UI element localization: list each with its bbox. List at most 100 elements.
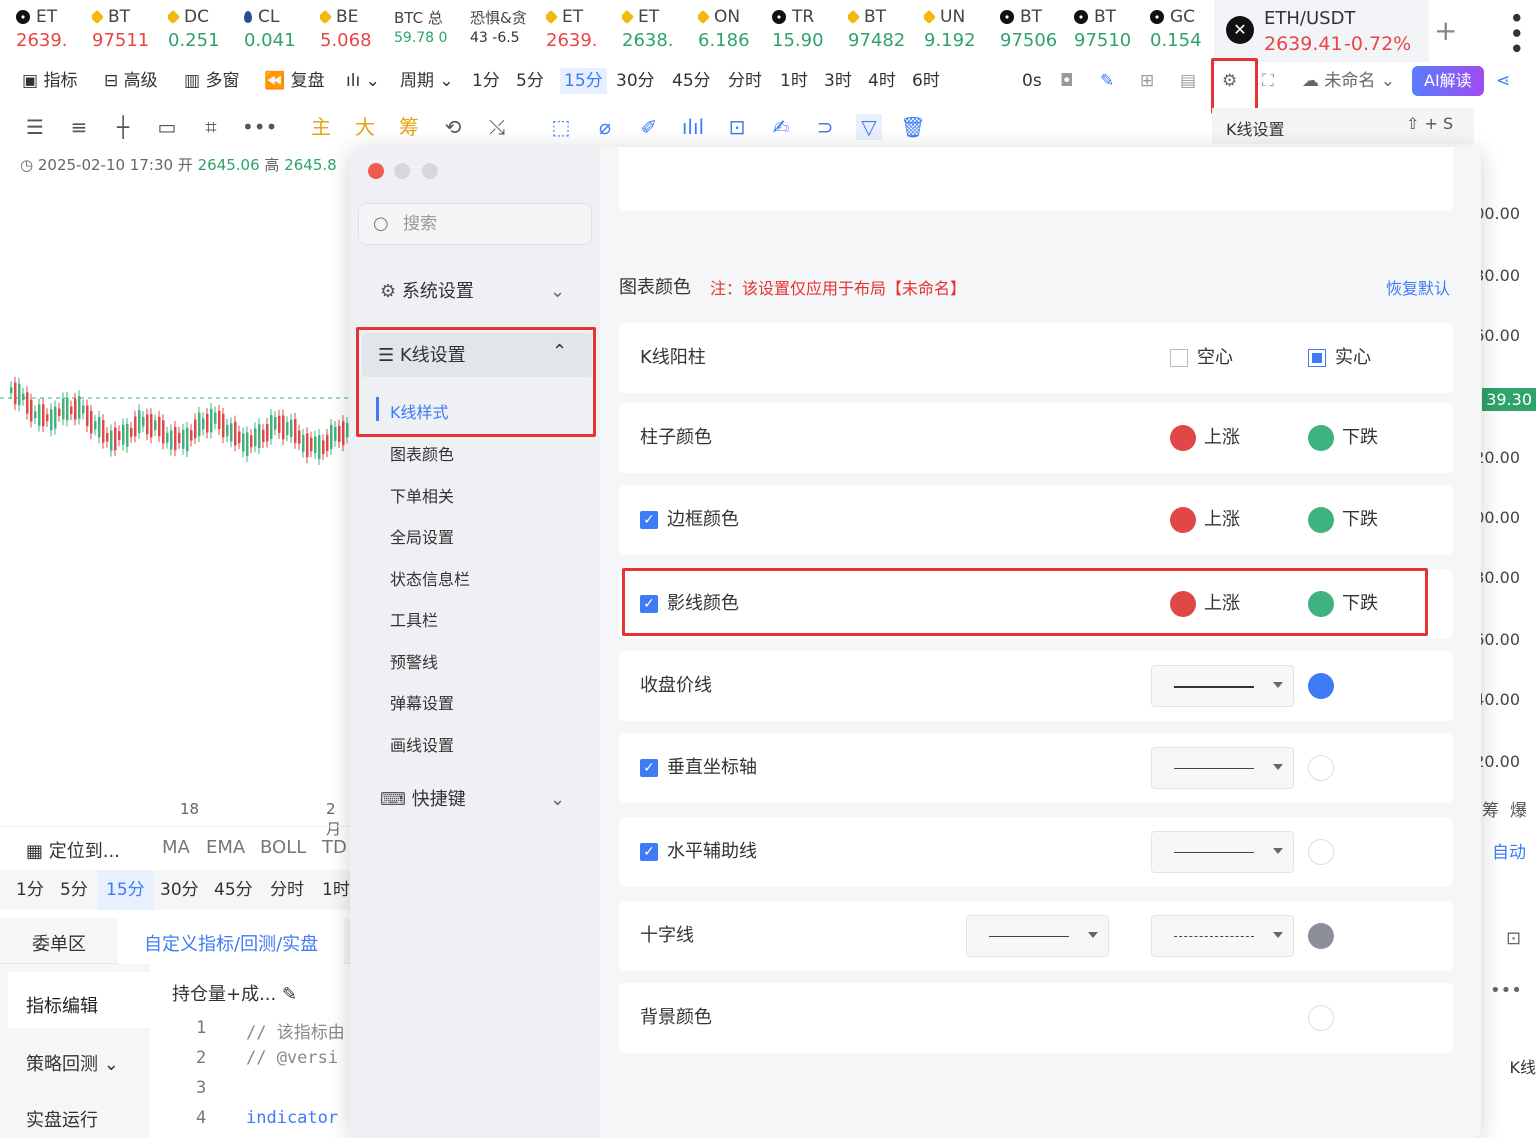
- ticker-item[interactable]: ON 6.186: [698, 4, 772, 60]
- bookmark-icon[interactable]: ⬚: [548, 114, 574, 140]
- close-dot[interactable]: [368, 163, 384, 179]
- down-color-swatch[interactable]: [1308, 507, 1334, 533]
- system-settings-section[interactable]: ⚙ 系统设置 ⌄: [380, 277, 580, 307]
- background-color[interactable]: [1308, 1005, 1334, 1031]
- ticker-item[interactable]: ET 2639.: [16, 4, 90, 60]
- active-pair-tab[interactable]: ✕ ETH/USDT 2639.41 -0.72%: [1214, 0, 1429, 62]
- ticker-item[interactable]: DC 0.251: [168, 4, 242, 60]
- file-name[interactable]: 持仓量+成... ✎: [172, 980, 297, 1006]
- indicator-1[interactable]: EMA: [206, 837, 245, 858]
- indicator-3[interactable]: TD: [322, 837, 347, 858]
- indicator-2[interactable]: BOLL: [260, 837, 306, 858]
- ticker-item[interactable]: BTC 总 59.78 0: [394, 4, 468, 60]
- more-tools-icon[interactable]: •••: [242, 114, 277, 140]
- indicator-edit-item[interactable]: 指标编辑: [8, 972, 150, 1028]
- share-icon[interactable]: ⋖: [1496, 68, 1510, 94]
- maximize-dot[interactable]: [422, 163, 438, 179]
- bottom-period-3[interactable]: 30分: [160, 870, 199, 910]
- ticker-item[interactable]: BT 97506: [1000, 4, 1074, 60]
- period-3[interactable]: 30分: [616, 68, 655, 94]
- candles-icon[interactable]: ılıl: [680, 114, 706, 140]
- ticker-item[interactable]: BT 97511: [92, 4, 166, 60]
- solid-checkbox[interactable]: [1308, 349, 1326, 367]
- horizontal-lines-icon[interactable]: ☰: [22, 114, 48, 140]
- chip-label[interactable]: 筹: [1482, 796, 1499, 821]
- vertical-axis-checkbox[interactable]: ✓: [640, 759, 658, 777]
- pencil-icon[interactable]: ✎: [1100, 68, 1114, 94]
- hollow-checkbox[interactable]: [1170, 349, 1188, 367]
- period-7[interactable]: 3时: [824, 68, 852, 94]
- ticker-item[interactable]: BT 97510: [1074, 4, 1148, 60]
- horizontal-grid-checkbox[interactable]: ✓: [640, 843, 658, 861]
- crosshair-dash-select[interactable]: [1151, 915, 1294, 957]
- parallel-lines-icon[interactable]: ≡: [66, 114, 92, 140]
- auto-button[interactable]: 自动: [1492, 838, 1526, 863]
- period-4[interactable]: 45分: [672, 68, 711, 94]
- ticker-item[interactable]: BT 97482: [848, 4, 922, 60]
- sidebar-item-4[interactable]: 工具栏: [390, 607, 438, 631]
- ticker-item[interactable]: CL 0.041: [244, 4, 318, 60]
- sync-icon[interactable]: ⟲: [440, 114, 466, 140]
- vertical-axis-color[interactable]: [1308, 755, 1334, 781]
- period-9[interactable]: 6时: [912, 68, 940, 94]
- ticker-item[interactable]: TR 15.90: [772, 4, 846, 60]
- down-color-swatch[interactable]: [1308, 425, 1334, 451]
- chart-area[interactable]: ◷ 2025-02-10 17:30 开 2645.06 高 2645.8 18…: [0, 146, 350, 838]
- live-run-item[interactable]: 实盘运行: [26, 1106, 98, 1132]
- ticker-item[interactable]: UN 9.192: [924, 4, 998, 60]
- filter-icon[interactable]: ▽: [856, 114, 882, 140]
- line-icon[interactable]: ┼: [110, 114, 136, 140]
- sidebar-item-0[interactable]: 图表颜色: [390, 441, 454, 465]
- horizontal-grid-color[interactable]: [1308, 839, 1334, 865]
- more-vertical-icon[interactable]: •••: [1500, 10, 1530, 56]
- up-color-swatch[interactable]: [1170, 425, 1196, 451]
- minimize-dot[interactable]: [394, 163, 410, 179]
- trash-icon[interactable]: 🗑: [900, 114, 926, 140]
- big-button[interactable]: 大: [352, 114, 378, 140]
- crosshair-color[interactable]: [1308, 923, 1334, 949]
- ticker-item[interactable]: ET 2638.: [622, 4, 696, 60]
- add-window-icon[interactable]: ⊞: [1140, 68, 1154, 94]
- search-input[interactable]: ○ 搜索: [358, 203, 592, 245]
- candle-type-button[interactable]: ılı ⌄: [346, 68, 380, 94]
- custom-indicator-tab[interactable]: 自定义指标/回测/实盘: [118, 918, 345, 964]
- sidebar-item-2[interactable]: 全局设置: [390, 524, 454, 548]
- bottom-period-4[interactable]: 45分: [214, 870, 253, 910]
- layout-cloud-button[interactable]: ☁ 未命名 ⌄: [1302, 68, 1395, 94]
- kline-tab[interactable]: K线: [1482, 1054, 1536, 1078]
- bottom-period-1[interactable]: 5分: [60, 870, 88, 910]
- screenshot-icon[interactable]: ▤: [1180, 68, 1196, 94]
- more-icon[interactable]: •••: [1490, 980, 1522, 1001]
- strategy-backtest-item[interactable]: 策略回测 ⌄: [26, 1050, 119, 1076]
- line-style-select[interactable]: [1151, 831, 1294, 873]
- camera-icon[interactable]: ◘: [1060, 68, 1073, 94]
- bottom-period-2[interactable]: 15分: [98, 870, 153, 910]
- lock-icon[interactable]: ⊡: [724, 114, 750, 140]
- ticker-item[interactable]: 恐惧&贪 43 -6.5: [470, 4, 544, 60]
- close-line-color[interactable]: [1308, 673, 1334, 699]
- line-style-select[interactable]: [1151, 665, 1294, 707]
- period-2[interactable]: 15分: [560, 68, 607, 94]
- ai-interpret-button[interactable]: AI解读: [1412, 66, 1484, 96]
- period-0[interactable]: 1分: [472, 68, 500, 94]
- order-tab[interactable]: 委单区: [32, 930, 86, 956]
- bottom-period-0[interactable]: 1分: [16, 870, 44, 910]
- advanced-button[interactable]: ⊟ 高级: [104, 68, 158, 94]
- sidebar-item-7[interactable]: 画线设置: [390, 732, 454, 756]
- period-dropdown[interactable]: 周期 ⌄: [400, 68, 454, 94]
- magnet-icon[interactable]: ⊃: [812, 114, 838, 140]
- ticker-item[interactable]: BE 5.068: [320, 4, 394, 60]
- indicator-button[interactable]: ▣ 指标: [22, 68, 77, 94]
- measure-icon[interactable]: ⌀: [592, 114, 618, 140]
- add-tab-icon[interactable]: +: [1434, 14, 1457, 47]
- main-button[interactable]: 主: [308, 114, 334, 140]
- up-color-swatch[interactable]: [1170, 507, 1196, 533]
- border-color-checkbox[interactable]: ✓: [640, 511, 658, 529]
- bottom-period-5[interactable]: 分时: [270, 870, 304, 910]
- sidebar-item-3[interactable]: 状态信息栏: [390, 566, 470, 590]
- crosshair-line-select[interactable]: [966, 915, 1109, 957]
- multi-window-button[interactable]: ▥ 多窗: [184, 68, 239, 94]
- locate-button[interactable]: ▦ 定位到...: [26, 837, 120, 863]
- ticker-item[interactable]: GC 0.154: [1150, 4, 1224, 60]
- expand-icon[interactable]: ⊡: [1506, 928, 1521, 949]
